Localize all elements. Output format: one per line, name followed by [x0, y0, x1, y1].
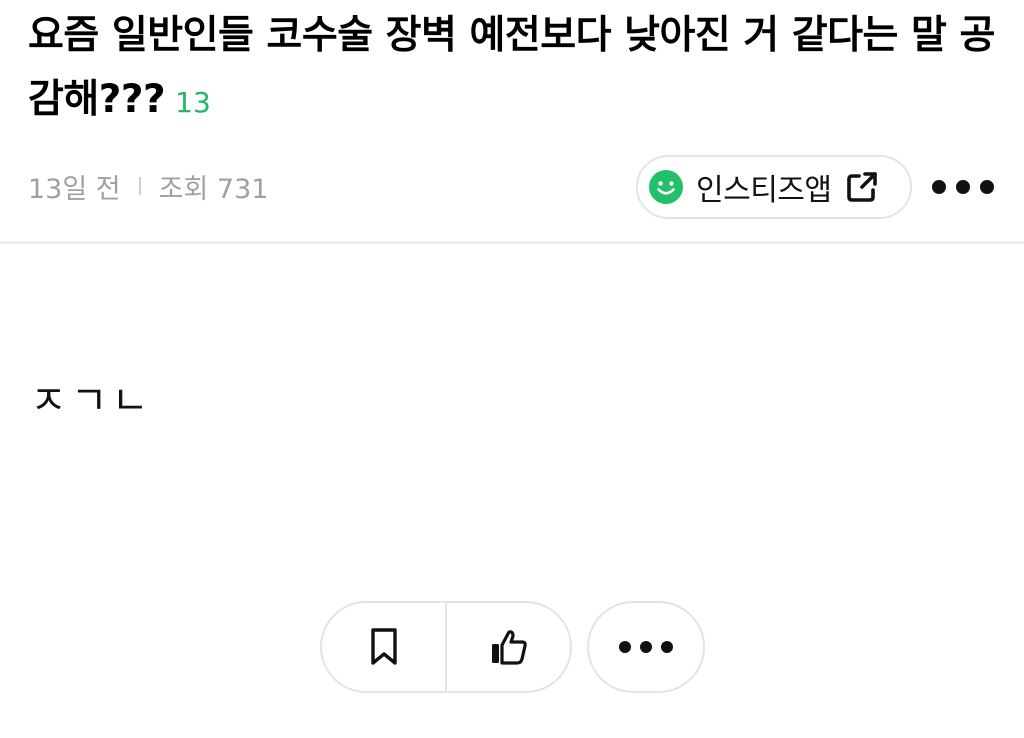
post-time: 13일 전 [28, 173, 121, 205]
smile-icon [649, 170, 683, 204]
more-dots-icon[interactable] [930, 172, 996, 202]
open-app-button[interactable]: 인스티즈앱 [636, 155, 912, 219]
view-count: 조회 731 [158, 173, 269, 205]
header-divider [0, 241, 1024, 244]
bookmark-button[interactable] [322, 603, 445, 691]
post-title: 요즘 일반인들 코수술 장벽 예전보다 낮아진 거 같다는 말 공감해??? 13 [28, 4, 1008, 135]
post-meta: 13일 전 조회 731 [28, 166, 268, 206]
more-dots-icon [619, 641, 673, 653]
like-button[interactable] [447, 603, 570, 691]
bookmark-icon [370, 628, 397, 665]
meta-divider [138, 177, 141, 195]
post-page: 요즘 일반인들 코수술 장벽 예전보다 낮아진 거 같다는 말 공감해??? 13… [0, 0, 1024, 738]
external-link-icon [846, 172, 877, 202]
open-app-label: 인스티즈앱 [696, 173, 832, 208]
thumbs-up-icon [491, 630, 527, 665]
post-title-text: 요즘 일반인들 코수술 장벽 예전보다 낮아진 거 같다는 말 공감해??? [28, 13, 995, 122]
reaction-group [320, 601, 572, 693]
comment-count[interactable]: 13 [175, 86, 211, 119]
more-actions-button[interactable] [587, 601, 705, 693]
post-body: ㅈㄱㄴ [30, 378, 153, 424]
